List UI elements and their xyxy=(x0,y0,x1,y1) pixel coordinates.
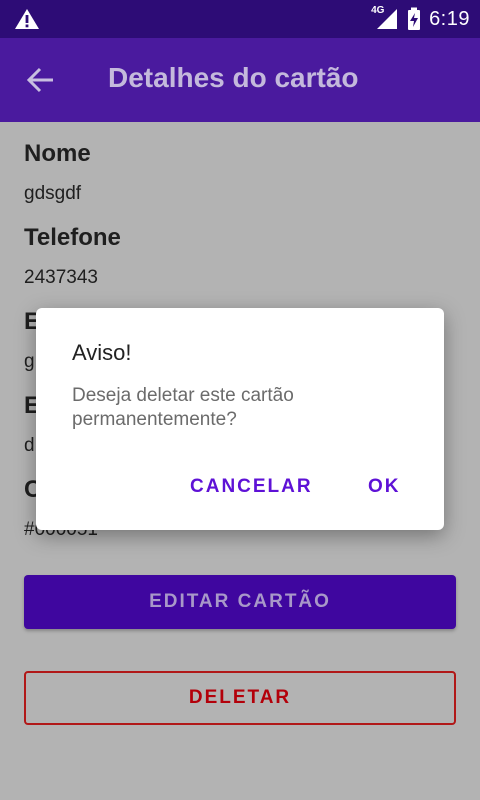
delete-button[interactable]: DELETAR xyxy=(24,671,456,725)
confirm-dialog: Aviso! Deseja deletar este cartão perman… xyxy=(36,308,444,530)
arrow-back-icon[interactable] xyxy=(26,66,56,94)
field-3-value: g xyxy=(24,351,35,372)
ok-button[interactable]: OK xyxy=(368,476,401,498)
name-label: Nome xyxy=(24,140,91,167)
app-bar: Detalhes do cartão xyxy=(0,38,480,122)
clock: 6:19 xyxy=(429,7,470,30)
cancel-button[interactable]: CANCELAR xyxy=(190,476,313,498)
warning-icon xyxy=(15,9,39,29)
page-title: Detalhes do cartão xyxy=(108,62,359,93)
edit-card-button[interactable]: EDITAR CARTÃO xyxy=(24,575,456,629)
phone-value: 2437343 xyxy=(24,267,98,288)
battery-charging-icon xyxy=(408,7,421,30)
status-bar: 4G 6:19 xyxy=(0,0,480,38)
status-icons: 4G 6:19 xyxy=(371,0,470,38)
dialog-message: Deseja deletar este cartão permanentemen… xyxy=(72,385,294,430)
dialog-title: Aviso! xyxy=(72,340,132,365)
name-value: gdsgdf xyxy=(24,183,82,204)
signal-icon: 4G xyxy=(371,5,399,31)
phone-label: Telefone xyxy=(24,224,121,251)
field-4-value: d xyxy=(24,435,35,456)
